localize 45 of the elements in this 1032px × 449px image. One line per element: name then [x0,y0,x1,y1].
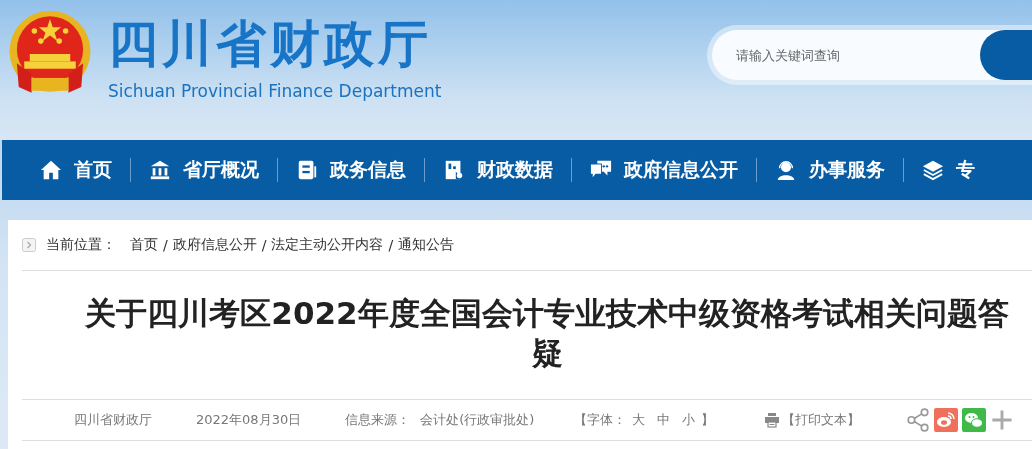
nav-item[interactable]: 财政数据 [439,157,557,183]
share-button[interactable] [990,408,1015,432]
breadcrumb-label: 当前位置： [46,236,116,254]
print-link[interactable]: 【打印文本】 [764,411,861,429]
share-button[interactable] [906,408,931,432]
nav-item[interactable]: 政府信息公开 [586,157,742,183]
breadcrumb-separator: / [261,237,267,253]
source-label: 信息来源： [345,411,411,429]
share-button[interactable] [934,408,959,432]
font-size-label: 【字体： [574,411,627,429]
font-size-link[interactable]: 大 [632,411,646,429]
bracket-text: 】 [701,411,715,429]
breadcrumb-link[interactable]: 首页 [130,236,158,254]
chevron-icon [22,238,36,252]
nav-item[interactable]: 首页 [36,157,116,183]
plus-icon [990,408,1015,432]
site-title: 四川省财政厅 [108,18,433,70]
wechat-icon [962,408,987,432]
breadcrumb-link[interactable]: 通知公告 [398,236,455,254]
font-size-link[interactable]: 中 [657,411,671,429]
share-button[interactable] [962,408,987,432]
article-title: 关于四川考区2022年度全国会计专业技术中级资格考试相关问题答疑 [84,294,1010,373]
publisher-text: 四川省财政厅 [74,411,152,429]
printer-icon [764,412,781,428]
source-text: 会计处(行政审批处) [420,411,535,429]
nav-item[interactable]: 省厅概况 [145,157,263,183]
share-icon [906,408,931,432]
publish-date: 2022年08月30日 [196,411,302,429]
bank-icon [149,159,171,181]
breadcrumb-link[interactable]: 政府信息公开 [172,236,257,254]
document-icon [296,159,318,181]
home-icon [40,159,62,181]
weibo-icon [934,408,959,432]
breadcrumb-link[interactable]: 法定主动公开内容 [271,236,384,254]
breadcrumb-separator: / [388,237,394,253]
site-subtitle: Sichuan Provincial Finance Department [108,80,442,102]
nav-item[interactable]: 办事服务 [771,157,889,183]
breadcrumb-separator: / [163,237,168,253]
font-size-link[interactable]: 小 [682,411,696,429]
user-icon [775,159,797,181]
nav-item[interactable]: 政务信息 [292,157,410,183]
chart-document-icon [443,159,465,181]
layers-icon [922,159,944,181]
search-field[interactable]: 请输入关键词查询 [712,30,1004,80]
nav-item[interactable]: 专 [918,157,983,183]
